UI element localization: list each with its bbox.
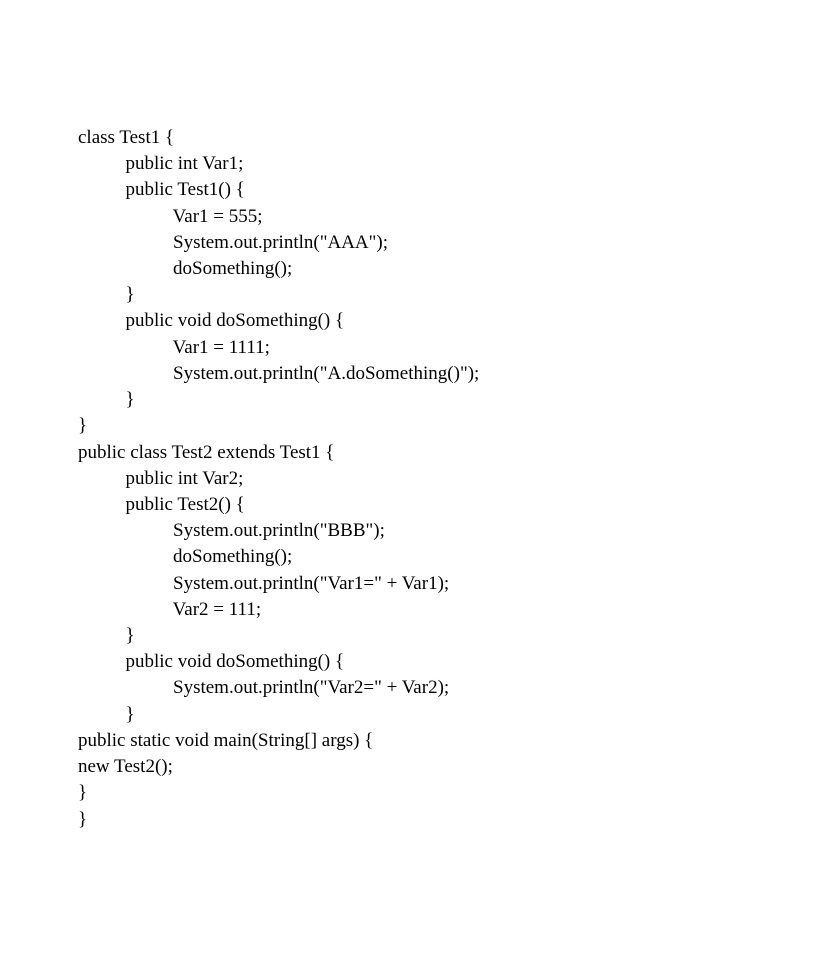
code-line: System.out.println("A.doSomething()"); xyxy=(78,363,479,384)
code-line: public void doSomething() { xyxy=(78,651,344,672)
code-line: public Test1() { xyxy=(78,179,245,200)
code-line: public int Var2; xyxy=(78,468,243,489)
code-line: public static void main(String[] args) { xyxy=(78,730,373,751)
code-line: } xyxy=(78,284,135,305)
code-line: } xyxy=(78,809,87,830)
code-block: class Test1 { public int Var1; public Te… xyxy=(78,125,840,833)
code-line: public int Var1; xyxy=(78,153,243,174)
code-line: public Test2() { xyxy=(78,494,245,515)
code-line: Var2 = 111; xyxy=(78,599,261,620)
code-line: } xyxy=(78,625,135,646)
code-line: System.out.println("AAA"); xyxy=(78,232,388,253)
code-line: Var1 = 555; xyxy=(78,206,263,227)
code-line: } xyxy=(78,704,135,725)
code-line: System.out.println("Var1=" + Var1); xyxy=(78,573,449,594)
code-line: doSomething(); xyxy=(78,258,292,279)
code-line: } xyxy=(78,415,87,436)
code-line: new Test2(); xyxy=(78,756,173,777)
code-line: } xyxy=(78,389,135,410)
code-line: Var1 = 1111; xyxy=(78,337,270,358)
code-line: public void doSomething() { xyxy=(78,310,344,331)
code-line: class Test1 { xyxy=(78,127,174,148)
code-line: } xyxy=(78,782,87,803)
code-line: doSomething(); xyxy=(78,546,292,567)
code-line: System.out.println("BBB"); xyxy=(78,520,385,541)
code-line: System.out.println("Var2=" + Var2); xyxy=(78,677,449,698)
code-line: public class Test2 extends Test1 { xyxy=(78,442,334,463)
